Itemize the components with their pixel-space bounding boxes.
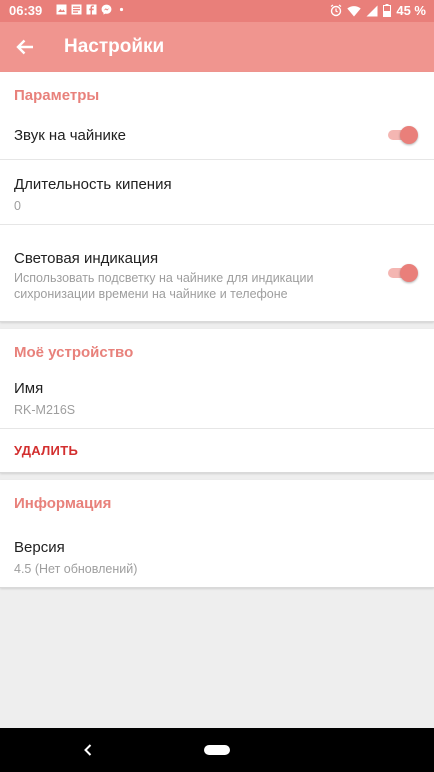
light-toggle-thumb bbox=[400, 264, 418, 282]
nav-back-icon[interactable] bbox=[82, 742, 94, 758]
app-toolbar: Настройки bbox=[0, 22, 434, 72]
light-description: Использовать подсветку на чайнике для ин… bbox=[14, 271, 314, 301]
status-time: 06:39 bbox=[9, 3, 43, 18]
sound-toggle[interactable] bbox=[386, 124, 418, 146]
navigation-bar bbox=[0, 728, 434, 772]
notification-icons bbox=[56, 4, 127, 15]
section-divider bbox=[0, 473, 434, 480]
device-section: Моё устройство Имя RK-M216S УДАЛИТЬ bbox=[0, 329, 434, 473]
image-icon bbox=[56, 4, 67, 15]
alarm-icon bbox=[330, 4, 342, 17]
signal-icon bbox=[366, 5, 378, 16]
device-section-title: Моё устройство bbox=[14, 344, 134, 361]
info-section: Информация Версия 4.5 (Нет обновлений) bbox=[0, 480, 434, 588]
settings-content: Параметры Звук на чайнике Длительность к… bbox=[0, 72, 434, 588]
info-section-title: Информация bbox=[14, 495, 112, 512]
version-setting[interactable]: Версия 4.5 (Нет обновлений) bbox=[0, 527, 434, 587]
status-right: 45 % bbox=[330, 3, 426, 18]
light-setting[interactable]: Световая индикация Использовать подсветк… bbox=[0, 225, 434, 321]
sound-label: Звук на чайнике bbox=[14, 127, 126, 144]
nav-home-pill[interactable] bbox=[204, 745, 230, 755]
params-section: Параметры Звук на чайнике Длительность к… bbox=[0, 72, 434, 322]
params-section-title: Параметры bbox=[14, 87, 100, 104]
light-label: Световая индикация bbox=[14, 250, 159, 267]
device-name-setting[interactable]: Имя RK-M216S bbox=[0, 376, 434, 429]
section-divider bbox=[0, 322, 434, 329]
sound-toggle-thumb bbox=[400, 126, 418, 144]
device-name-label: Имя bbox=[14, 380, 44, 397]
battery-icon bbox=[383, 4, 392, 17]
delete-device-button[interactable]: УДАЛИТЬ bbox=[0, 429, 434, 472]
news-icon bbox=[71, 4, 82, 15]
boil-duration-setting[interactable]: Длительность кипения 0 bbox=[0, 160, 434, 225]
sound-setting[interactable]: Звук на чайнике bbox=[0, 119, 434, 160]
version-value: 4.5 (Нет обновлений) bbox=[14, 562, 138, 576]
dot-icon bbox=[119, 7, 124, 12]
messenger-icon bbox=[101, 4, 112, 15]
page-title: Настройки bbox=[64, 36, 165, 57]
back-arrow-icon[interactable] bbox=[14, 36, 36, 58]
status-bar: 06:39 45 % bbox=[0, 0, 434, 22]
facebook-icon bbox=[86, 4, 97, 15]
boil-duration-label: Длительность кипения bbox=[14, 176, 172, 193]
device-name-value: RK-M216S bbox=[14, 403, 76, 417]
boil-duration-value: 0 bbox=[14, 199, 21, 213]
light-toggle[interactable] bbox=[386, 262, 418, 284]
wifi-icon bbox=[347, 5, 362, 16]
version-label: Версия bbox=[14, 539, 65, 556]
battery-percent: 45 % bbox=[396, 3, 426, 18]
